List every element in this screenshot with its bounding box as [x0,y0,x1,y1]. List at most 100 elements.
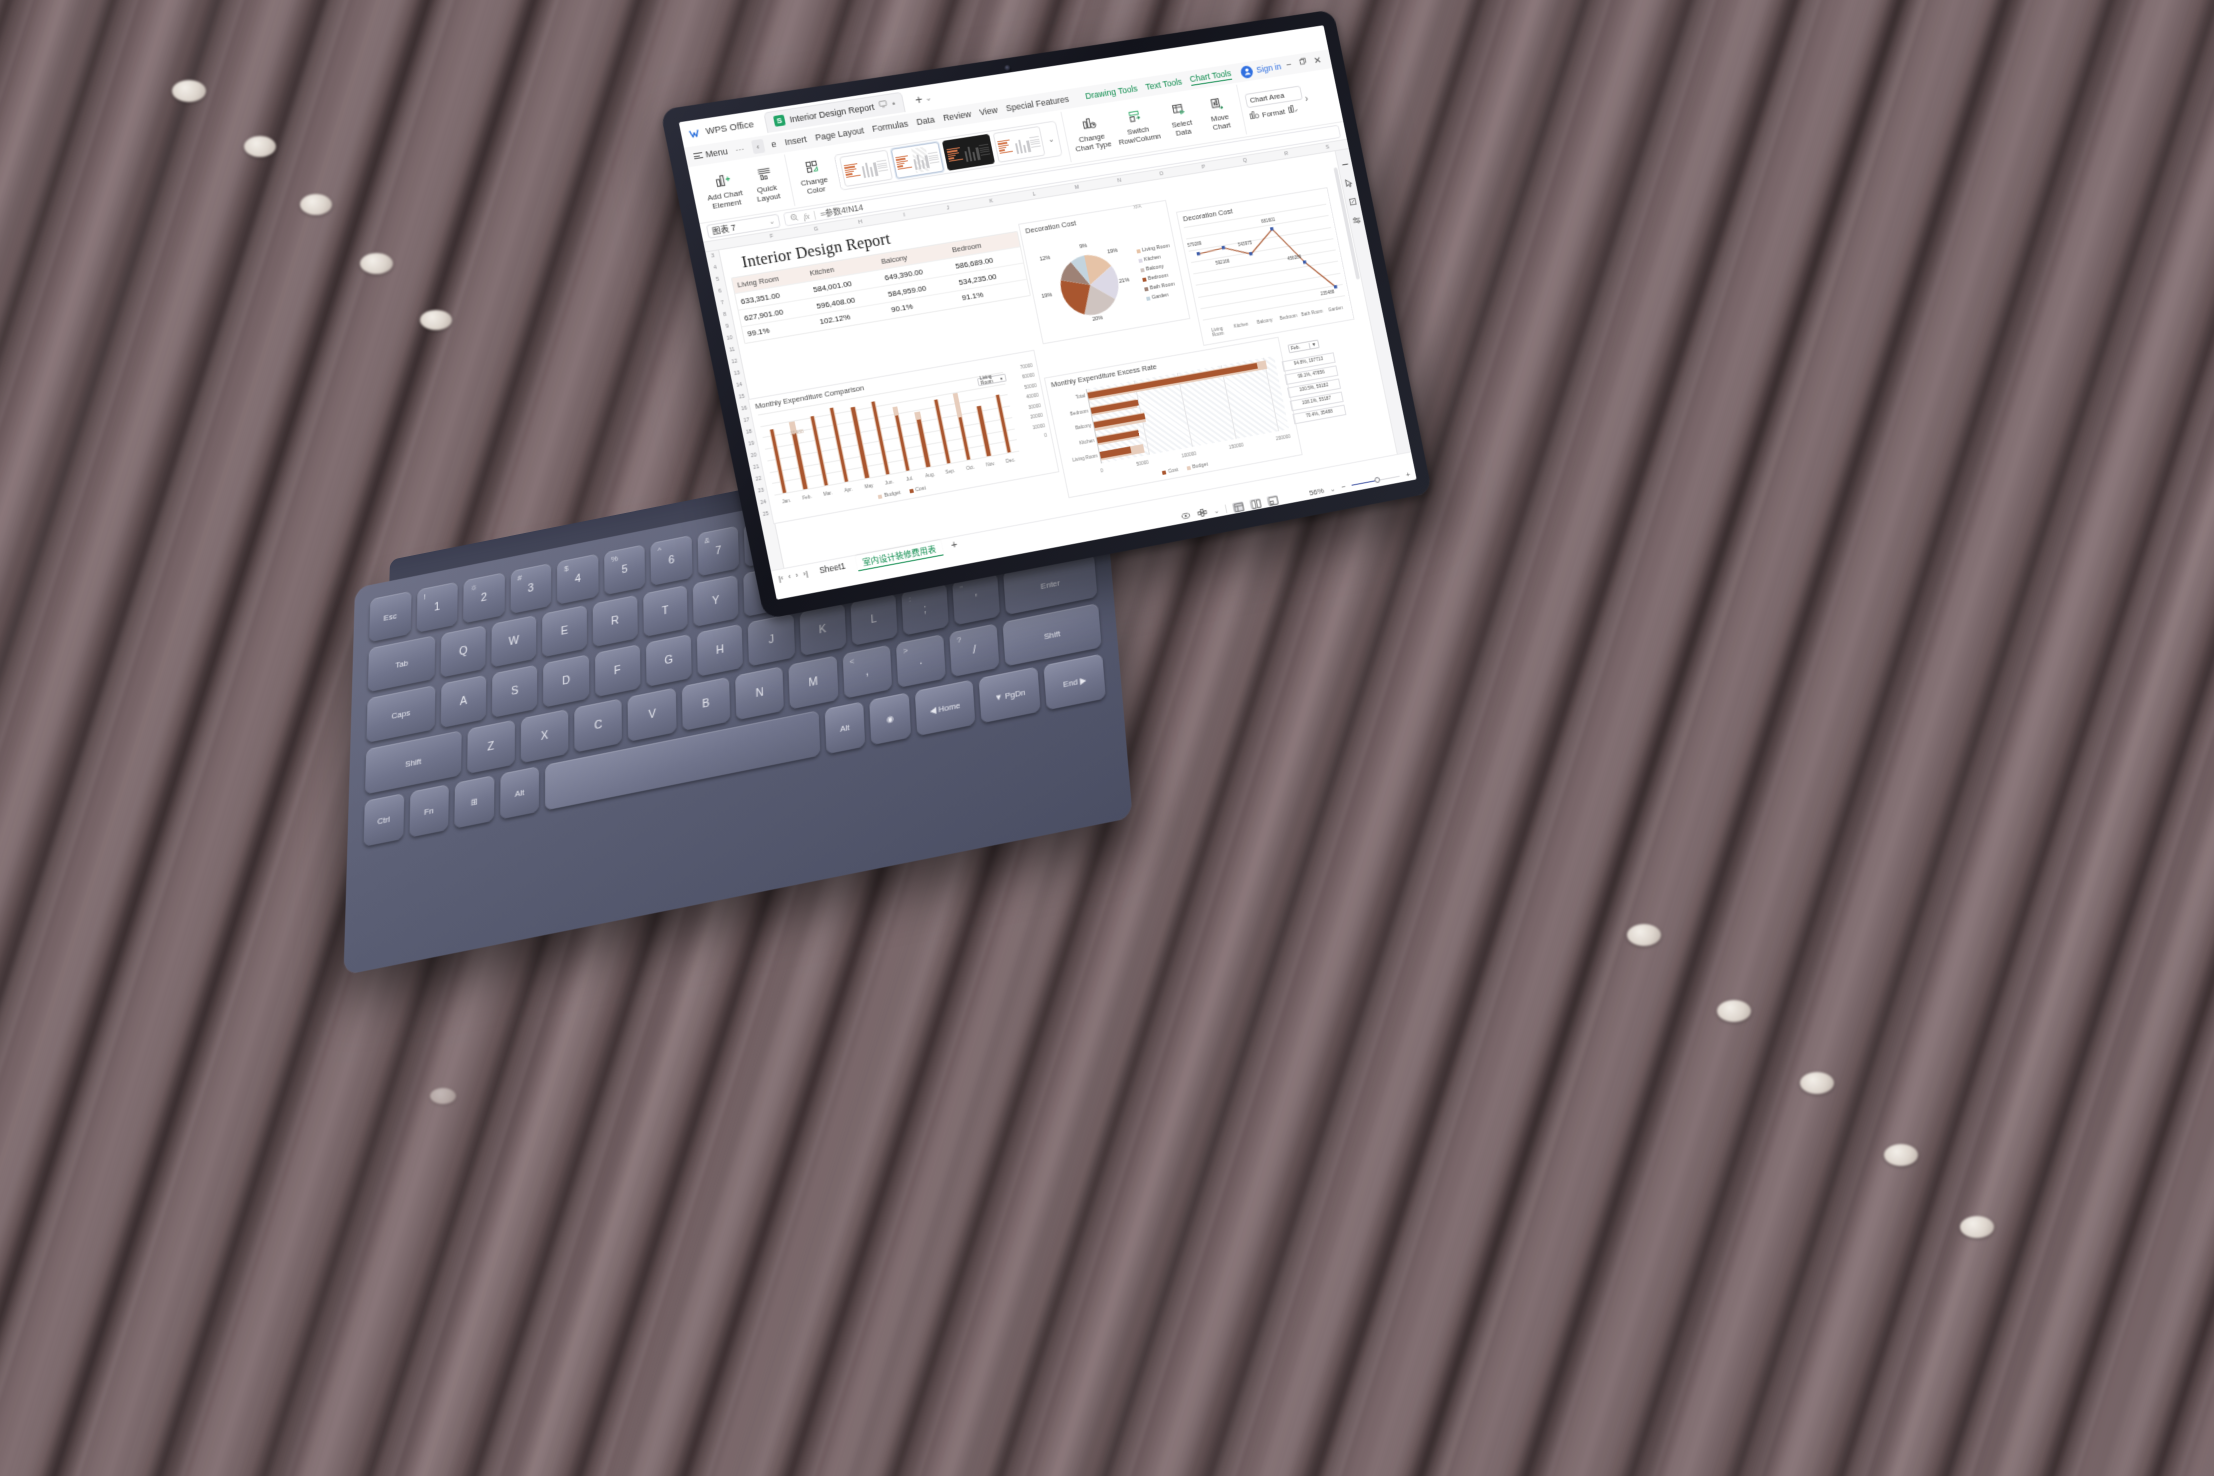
zoom-in-button[interactable]: + [1405,470,1411,479]
key-4[interactable]: $4 [557,553,599,605]
change-chart-type-button[interactable]: Change Chart Type [1069,113,1112,154]
sign-in-button[interactable]: Sign in [1255,62,1282,75]
tab-text-tools[interactable]: Text Tools [1145,77,1183,92]
key-alt-right[interactable]: Alt [824,701,866,755]
page-move-icon[interactable] [1196,507,1208,520]
page-break-view-icon[interactable] [1248,497,1262,509]
zoom-slider[interactable] [1351,475,1400,486]
key-1[interactable]: ! 1 [416,581,458,633]
key-slash[interactable]: ? / [949,623,1000,678]
switch-row-column-button[interactable]: Switch Row/Column [1112,105,1162,147]
chevron-down-icon[interactable]: ⌄ [924,93,932,103]
key-e[interactable]: E [542,604,587,658]
key-windows[interactable]: ⊞ [454,775,494,829]
key-q[interactable]: Q [440,625,486,678]
zoom-out-button[interactable]: − [1341,482,1347,491]
chevron-down-icon[interactable]: ⌄ [768,217,775,226]
minimize-button[interactable]: − [1284,59,1295,71]
key-x[interactable]: X [520,708,569,764]
gallery-more-button[interactable]: ⌄ [1045,135,1055,145]
key-a[interactable]: A [440,674,487,729]
collapse-icon[interactable] [1339,159,1351,171]
key-c[interactable]: C [574,698,623,753]
reading-view-icon[interactable] [1266,494,1279,505]
tab-view[interactable]: View [978,105,998,117]
key-fingerprint[interactable]: ◉ [869,692,911,746]
eye-icon[interactable] [1180,510,1192,523]
month-filter-dropdown[interactable]: Feb. ▼ [1287,339,1320,354]
key-t[interactable]: T [642,584,689,638]
nav-last-button[interactable]: ›| [802,568,809,578]
key-capslock[interactable]: Caps [366,684,436,743]
tab-insert[interactable]: Insert [784,134,808,147]
key-period[interactable]: >. [895,634,946,688]
tab-scroll-left-button[interactable]: ‹ [750,138,766,155]
key-m[interactable]: M [788,655,839,710]
nav-first-button[interactable]: |‹ [777,573,784,583]
settings-sliders-icon[interactable] [1351,214,1363,226]
reset-style-icon[interactable] [1286,102,1299,117]
chart-line-decoration-cost[interactable]: Decoration Cost 579289 592166 543975 681… [1175,187,1355,346]
chart-pie-decoration-cost[interactable]: Decoration Cost 9% 19% 21% 20% 19% 12% L… [1018,199,1191,345]
select-data-button[interactable]: Select Data [1162,99,1200,139]
pointer-select-icon[interactable] [1343,177,1355,189]
zoom-find-icon[interactable] [789,212,800,224]
chart-style-thumbnail[interactable] [992,125,1046,163]
move-chart-button[interactable]: Move Chart [1200,93,1238,133]
tab-page-layout[interactable]: Page Layout [814,125,864,142]
key-z[interactable]: Z [466,719,515,775]
user-avatar-icon[interactable] [1239,64,1255,79]
key-home[interactable]: ◀ Home [914,679,976,737]
key-alt-left[interactable]: Alt [499,766,540,820]
chart-barh-excess-rate[interactable]: Monthly Expenditure Excess Rate Total Be… [1043,336,1303,499]
key-b[interactable]: B [681,676,731,731]
key-7[interactable]: & 7 [697,525,740,577]
key-end[interactable]: End ▶ [1043,653,1106,711]
cast-icon[interactable] [878,99,889,111]
close-button[interactable]: ✕ [1311,55,1324,67]
chart-style-thumbnail-selected[interactable] [890,141,945,179]
key-d[interactable]: D [543,654,589,708]
restore-button[interactable] [1296,56,1310,69]
key-n[interactable]: N [735,666,785,721]
more-commands-button[interactable]: ··· [734,144,745,155]
key-j[interactable]: J [747,613,795,667]
quick-layout-button[interactable]: Quick Layout [746,163,786,205]
key-g[interactable]: G [645,633,692,687]
key-2[interactable]: ☼ 2 [463,572,505,624]
tab-chart-tools[interactable]: Chart Tools [1188,68,1233,86]
key-esc[interactable]: Esc [369,590,412,643]
key-3[interactable]: #3 [510,562,552,615]
add-chart-element-button[interactable]: Add Chart Element [703,170,746,212]
chart-bar-monthly-expenditure-comparison[interactable]: Monthly Expenditure Comparison 35488 Jan… [747,349,1060,525]
key-f[interactable]: F [594,644,641,698]
menu-button[interactable]: Menu [693,146,729,161]
change-color-button[interactable]: Change Color [793,156,833,197]
key-y[interactable]: Y [693,574,739,627]
key-v[interactable]: V [627,687,677,742]
key-fn[interactable]: Fn [408,784,449,838]
nav-prev-button[interactable]: ‹ [787,571,791,580]
key-h[interactable]: H [696,623,744,677]
chevron-down-icon[interactable]: ⌄ [1213,506,1220,515]
normal-view-icon[interactable] [1231,500,1245,512]
zoom-dropdown-caret[interactable]: ⌄ [1329,485,1336,494]
key-6[interactable]: ^ 6 [650,534,693,586]
nav-next-button[interactable]: › [795,570,799,579]
chart-style-thumbnail[interactable] [839,149,894,187]
key-r[interactable]: R [592,594,638,648]
new-tab-button[interactable]: + [913,91,923,107]
key-w[interactable]: W [491,615,537,668]
key-5[interactable]: % 5 [603,544,646,596]
key-s[interactable]: S [491,664,538,718]
chart-style-thumbnail-dark[interactable] [941,133,996,171]
crop-icon[interactable] [1347,196,1359,208]
key-comma[interactable]: <, [842,644,892,699]
add-sheet-button[interactable]: + [946,539,958,552]
tab-data[interactable]: Data [916,115,936,127]
key-pagedown[interactable]: ▼ PgDn [979,666,1041,724]
tab-formulas[interactable]: Formulas [871,119,909,134]
tab-home[interactable]: e [770,139,777,149]
key-ctrl[interactable]: Ctrl [363,793,404,847]
tab-review[interactable]: Review [942,109,972,123]
